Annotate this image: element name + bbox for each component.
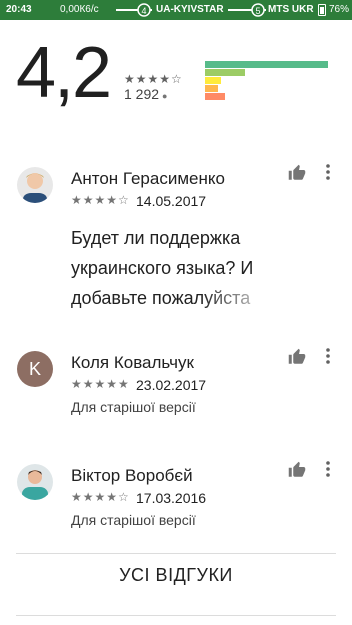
all-reviews-button[interactable]: УСІ ВІДГУКИ — [16, 565, 336, 586]
review-stars-icon: ★★★★☆ — [71, 490, 130, 504]
rating-histogram — [205, 61, 328, 101]
total-ratings: 1 292 ● — [124, 86, 167, 102]
average-rating: 4,2 — [16, 33, 112, 113]
review-author: Антон Герасименко — [71, 169, 225, 188]
total-ratings-value: 1 292 — [124, 86, 160, 102]
person-icon: ● — [162, 91, 168, 101]
avatar: K — [17, 351, 53, 387]
battery-icon — [318, 4, 326, 16]
avatar — [17, 167, 53, 203]
review-date: 17.03.2016 — [136, 490, 207, 506]
carrier-2: MTS UKR — [268, 4, 314, 15]
status-time: 20:43 — [6, 4, 32, 15]
average-stars-icon: ★★★★☆ — [124, 72, 183, 86]
review-stars-icon: ★★★★☆ — [71, 193, 130, 207]
review-date: 14.05.2017 — [136, 193, 207, 209]
divider — [16, 553, 336, 554]
network-speed: 0,00К6/с — [60, 4, 99, 15]
carrier-1: UA-KYIVSTAR — [156, 4, 224, 15]
histogram-bar-2-stars — [205, 85, 218, 92]
histogram-bar-5-stars — [205, 61, 328, 68]
more-options-icon[interactable] — [322, 347, 334, 365]
review-stars-icon: ★★★★★ — [71, 377, 130, 391]
avatar-photo-icon — [17, 464, 53, 500]
thumbs-up-icon[interactable] — [288, 461, 306, 479]
histogram-bar-4-stars — [205, 69, 245, 76]
avatar-photo-icon — [17, 167, 53, 203]
text-fade — [200, 283, 280, 313]
status-bar: 20:43 0,00К6/с 4 UA-KYIVSTAR 5 MTS UKR 7… — [0, 0, 352, 20]
histogram-bar-1-stars — [205, 93, 225, 100]
thumbs-up-icon[interactable] — [288, 164, 306, 182]
histogram-bar-3-stars — [205, 77, 221, 84]
sim2-indicator-icon: 5 — [228, 3, 266, 17]
more-options-icon[interactable] — [322, 460, 334, 478]
sim2-number: 5 — [255, 6, 260, 16]
avatar — [17, 464, 53, 500]
sim1-indicator-icon: 4 — [116, 3, 152, 17]
divider — [16, 615, 336, 616]
review-author: Віктор Воробєй — [71, 466, 193, 485]
sim1-number: 4 — [141, 6, 146, 16]
battery-level: 76% — [329, 4, 350, 15]
more-options-icon[interactable] — [322, 163, 334, 181]
thumbs-up-icon[interactable] — [288, 348, 306, 366]
version-note: Для старішої версії — [71, 399, 196, 415]
review-date: 23.02.2017 — [136, 377, 207, 393]
review-author: Коля Ковальчук — [71, 353, 194, 372]
version-note: Для старішої версії — [71, 512, 196, 528]
